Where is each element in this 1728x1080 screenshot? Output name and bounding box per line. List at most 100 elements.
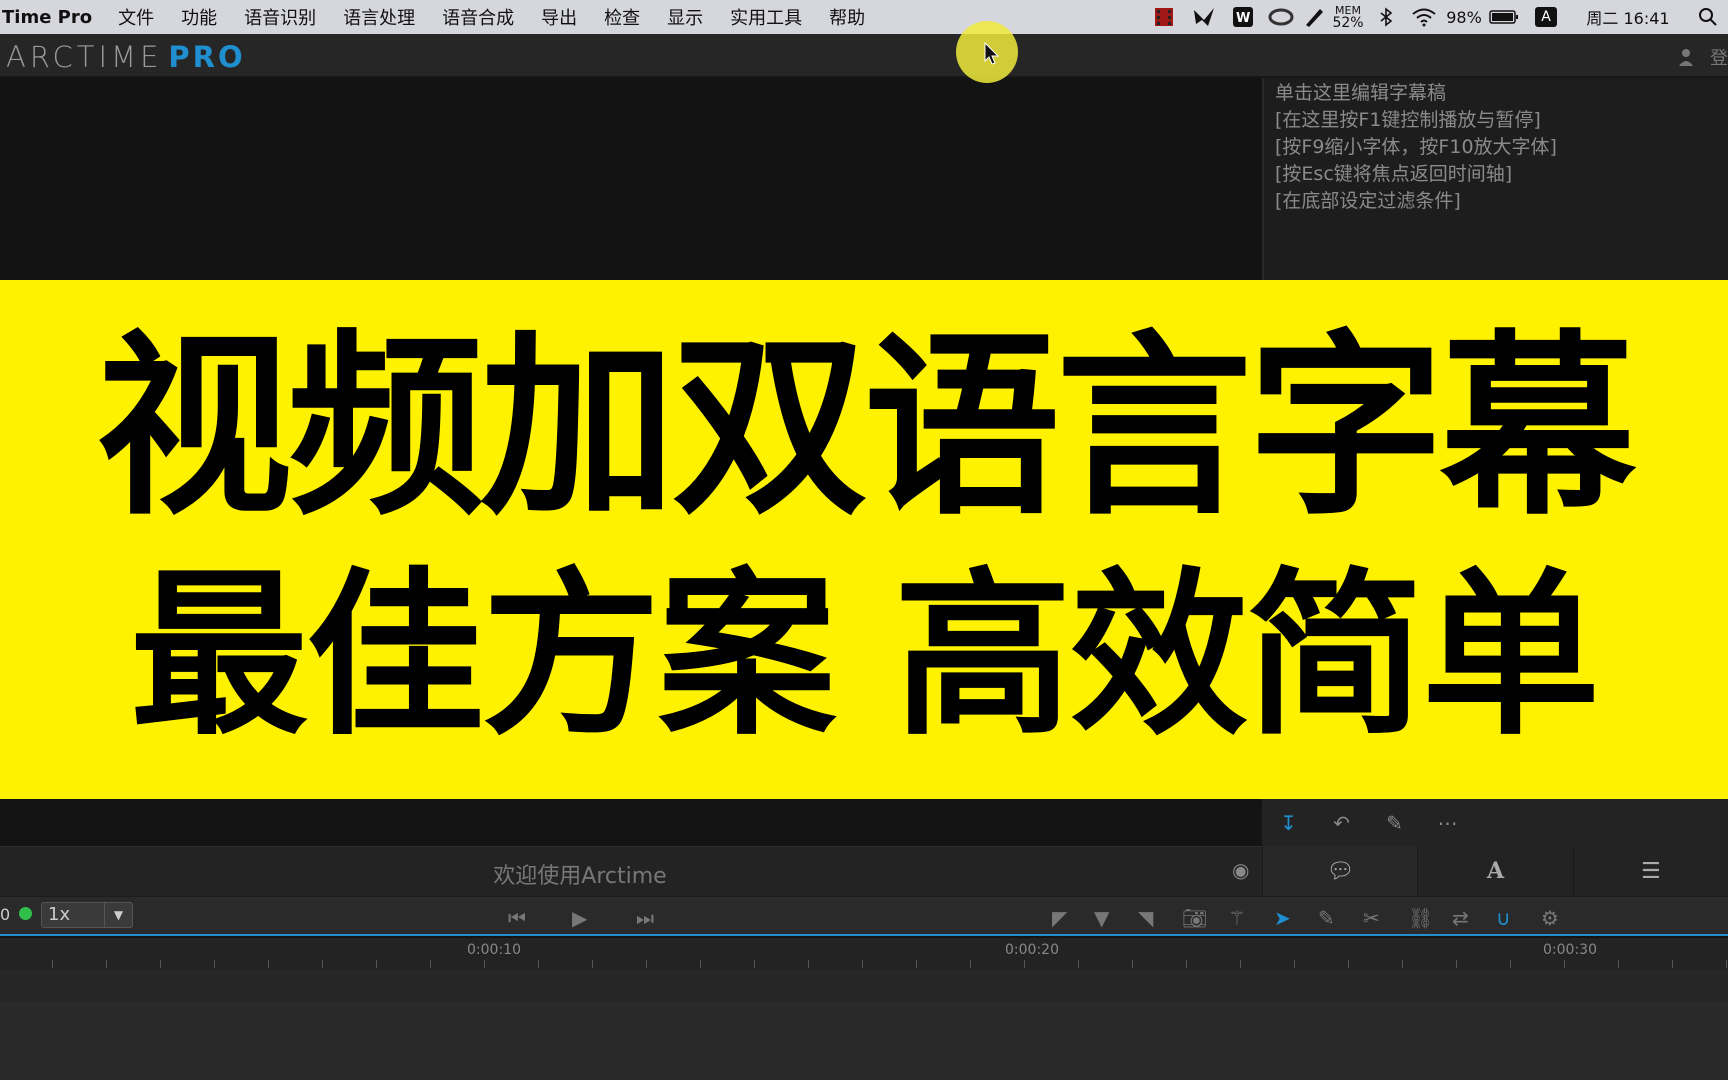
- ruler-tick: [1402, 960, 1403, 968]
- ruler-tick: [484, 960, 485, 968]
- ruler-tick: [538, 960, 539, 968]
- svg-text:W: W: [1236, 11, 1250, 26]
- menu-file[interactable]: 文件: [118, 4, 154, 30]
- ruler-tick: [808, 960, 809, 968]
- ruler-tick: [1672, 960, 1673, 968]
- swap-icon[interactable]: ⇄: [1452, 906, 1469, 930]
- font-icon: A: [1486, 858, 1505, 884]
- chat-bubble-icon: 💬︎: [1326, 858, 1355, 884]
- chevron-down-icon[interactable]: ▼: [104, 903, 132, 927]
- subtitle-hint-text[interactable]: 单击这里编辑字幕稿 [在这里按F1键控制播放与暂停] [按F9缩小字体，按F10…: [1275, 80, 1557, 215]
- menu-utilities[interactable]: 实用工具: [730, 4, 802, 30]
- logo-pro: PRO: [168, 40, 246, 74]
- menu-speech-synthesis[interactable]: 语音合成: [442, 4, 514, 30]
- skip-back-icon[interactable]: ⏮︎: [508, 906, 526, 930]
- hint-line: [按F9缩小字体，按F10放大字体]: [1275, 136, 1557, 158]
- hint-line: [在这里按F1键控制播放与暂停]: [1275, 109, 1541, 131]
- menu-help[interactable]: 帮助: [829, 4, 865, 30]
- select-arrow-icon[interactable]: ➤: [1274, 906, 1291, 930]
- banner-title-line1: 视频加双语言字幕: [95, 314, 1636, 542]
- ruler-tick: [862, 960, 863, 968]
- user-icon: [1679, 49, 1693, 66]
- app-header: ARCTIME PRO 登: [0, 34, 1728, 77]
- insert-icon[interactable]: ↧: [1262, 811, 1315, 835]
- app-logo: ARCTIME PRO: [6, 40, 246, 74]
- ruler-tick: [1726, 960, 1727, 968]
- memory-indicator[interactable]: MEM 52%: [1328, 0, 1368, 34]
- logo-text: ARCTIME: [6, 40, 163, 74]
- spotlight-search-icon[interactable]: [1688, 0, 1728, 34]
- tab-list[interactable]: ☰: [1572, 846, 1728, 896]
- hint-line: 单击这里编辑字幕稿: [1275, 82, 1447, 104]
- list-icon: ☰: [1640, 858, 1661, 884]
- panel-toolbar: ↧ ↶ ✎ ⋯: [1262, 799, 1728, 846]
- bird-icon[interactable]: [1184, 0, 1224, 34]
- ruler-tick: [1186, 960, 1187, 968]
- undo-icon[interactable]: ↶: [1315, 811, 1368, 835]
- bluetooth-icon[interactable]: [1368, 0, 1404, 34]
- play-icon[interactable]: ▶: [572, 906, 587, 930]
- ruler-tick: [1456, 960, 1457, 968]
- tab-styles[interactable]: A: [1417, 846, 1572, 896]
- ruler-tick: [592, 960, 593, 968]
- magic-wand-icon[interactable]: ⚚: [1228, 906, 1246, 930]
- mark-out-icon[interactable]: ◥: [1138, 906, 1153, 930]
- menu-function[interactable]: 功能: [181, 4, 217, 30]
- menu-speech-recognition[interactable]: 语音识别: [244, 4, 316, 30]
- memory-label: MEM: [1335, 3, 1361, 17]
- ruler-label: 0:00:30: [1543, 942, 1597, 958]
- ruler-label: 0:00:10: [467, 942, 521, 958]
- more-icon[interactable]: ⋯: [1421, 811, 1474, 835]
- link-icon[interactable]: ⛓: [1408, 906, 1433, 930]
- menu-display[interactable]: 显示: [667, 4, 703, 30]
- status-dot: [19, 907, 32, 920]
- wps-icon[interactable]: W: [1224, 0, 1262, 34]
- memory-value: 52%: [1332, 14, 1364, 31]
- tab-subtitles[interactable]: 💬︎: [1262, 846, 1418, 896]
- mark-center-icon[interactable]: ▼: [1094, 906, 1109, 930]
- pen-icon[interactable]: [1300, 0, 1328, 34]
- welcome-text: 欢迎使用Arctime: [493, 864, 667, 889]
- timeline-track-lower[interactable]: [0, 1002, 1728, 1080]
- menu-app-name[interactable]: Time Pro: [2, 7, 92, 28]
- timeline-ruler[interactable]: [0, 938, 1728, 970]
- ruler-tick: [970, 960, 971, 968]
- gear-icon[interactable]: ⚙: [1541, 906, 1559, 930]
- edit-pencil-icon[interactable]: ✎: [1368, 811, 1421, 835]
- mark-in-icon[interactable]: ◤: [1052, 906, 1067, 930]
- ruler-tick: [214, 960, 215, 968]
- magnet-icon[interactable]: ∪: [1496, 906, 1511, 930]
- scissors-icon[interactable]: ✂: [1363, 906, 1380, 930]
- ruler-tick: [916, 960, 917, 968]
- login-area[interactable]: 登: [1678, 44, 1728, 70]
- film-icon[interactable]: [1144, 0, 1184, 34]
- ruler-tick: [646, 960, 647, 968]
- menu-check[interactable]: 检查: [604, 4, 640, 30]
- skip-forward-icon[interactable]: ⏭︎: [636, 906, 654, 930]
- ruler-label: 0:00:20: [1005, 942, 1059, 958]
- login-label[interactable]: 登: [1710, 44, 1728, 70]
- edit-icon[interactable]: ✎: [1318, 906, 1335, 930]
- battery-percent[interactable]: 98%: [1444, 0, 1484, 34]
- status-area: W MEM 52% 98% A 周二 16:41: [1144, 0, 1728, 34]
- camera-icon[interactable]: 📷︎: [1182, 906, 1207, 930]
- ruler-tick: [52, 960, 53, 968]
- ruler-tick: [700, 960, 701, 968]
- ruler-tick: [322, 960, 323, 968]
- ruler-tick: [160, 960, 161, 968]
- clock[interactable]: 周二 16:41: [1568, 0, 1688, 34]
- menu-export[interactable]: 导出: [541, 4, 577, 30]
- hint-line: [按Esc键将焦点返回时间轴]: [1275, 163, 1513, 185]
- hint-line: [在底部设定过滤条件]: [1275, 190, 1461, 212]
- transport-bar: [0, 896, 1728, 936]
- ruler-tick: [1510, 960, 1511, 968]
- ruler-tick: [1564, 960, 1565, 968]
- menu-language-processing[interactable]: 语言处理: [343, 4, 415, 30]
- ruler-tick: [430, 960, 431, 968]
- ruler-tick: [268, 960, 269, 968]
- wifi-icon[interactable]: [1404, 0, 1444, 34]
- battery-icon[interactable]: [1484, 0, 1524, 34]
- eye-icon[interactable]: ◉: [1232, 858, 1249, 882]
- input-method-indicator[interactable]: A: [1524, 0, 1568, 34]
- creative-cloud-icon[interactable]: [1262, 0, 1300, 34]
